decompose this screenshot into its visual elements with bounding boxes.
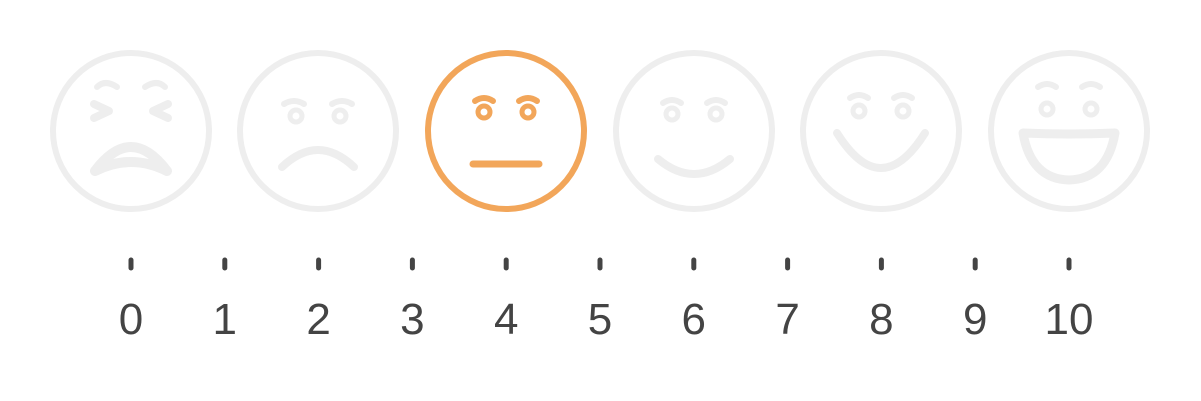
eyebrow-left bbox=[472, 95, 496, 104]
scale-label: 4 bbox=[494, 295, 518, 344]
face-row bbox=[50, 50, 1150, 212]
scale-label: 6 bbox=[682, 295, 706, 344]
squint-eye-right bbox=[149, 100, 172, 122]
open-smile-mouth bbox=[1018, 128, 1120, 185]
face-features bbox=[1018, 81, 1120, 185]
eyebrow-left bbox=[94, 80, 120, 90]
label-row: 0 1 2 3 4 5 6 7 8 9 10 bbox=[119, 295, 1094, 344]
eye-left bbox=[850, 102, 868, 120]
eyebrow-left bbox=[281, 98, 307, 107]
slight-smile-face-icon[interactable] bbox=[613, 50, 775, 212]
eyebrow-right bbox=[1079, 81, 1103, 90]
eyebrow-left bbox=[847, 92, 871, 101]
neutral-face-icon[interactable] bbox=[425, 50, 587, 212]
eyebrow-right bbox=[891, 92, 915, 101]
scale-label: 5 bbox=[588, 295, 612, 344]
scale-label: 2 bbox=[306, 295, 330, 344]
face-outline bbox=[425, 50, 587, 212]
face-outline bbox=[800, 50, 962, 212]
wide-smile-mouth bbox=[833, 129, 929, 172]
tick-row bbox=[128, 257, 1072, 271]
scale-label: 7 bbox=[775, 295, 799, 344]
face-features bbox=[278, 98, 358, 171]
scale-label: 8 bbox=[869, 295, 893, 344]
face-outline bbox=[613, 50, 775, 212]
scale-label: 10 bbox=[1045, 295, 1094, 344]
squint-eye-left bbox=[90, 100, 113, 122]
smile-face-icon[interactable] bbox=[800, 50, 962, 212]
face-outline bbox=[50, 50, 212, 212]
face-outline bbox=[237, 50, 399, 212]
scale-label: 9 bbox=[963, 295, 987, 344]
eye-left bbox=[287, 107, 305, 125]
sad-face-icon[interactable] bbox=[237, 50, 399, 212]
eyebrow-right bbox=[142, 80, 168, 90]
scale-label: 3 bbox=[400, 295, 424, 344]
eye-left bbox=[663, 105, 681, 123]
face-features bbox=[90, 80, 172, 176]
eye-right bbox=[331, 107, 349, 125]
eyebrow-right bbox=[516, 95, 540, 104]
scale-label: 1 bbox=[213, 295, 237, 344]
scale-label: 0 bbox=[119, 295, 143, 344]
big-smile-face-icon[interactable] bbox=[988, 50, 1150, 212]
frown-mouth bbox=[278, 146, 358, 171]
eye-right bbox=[707, 105, 725, 123]
face-features bbox=[833, 92, 929, 172]
eye-left bbox=[475, 103, 493, 121]
eye-right bbox=[519, 103, 537, 121]
eye-right bbox=[1082, 100, 1100, 118]
face-features bbox=[654, 97, 734, 178]
eyebrow-right bbox=[704, 97, 728, 106]
eyebrow-right bbox=[329, 98, 355, 107]
eyebrow-left bbox=[660, 97, 684, 106]
eye-left bbox=[1038, 100, 1056, 118]
eyebrow-left bbox=[1035, 81, 1059, 90]
pain-rating-scale: 0 1 2 3 4 5 6 7 8 9 10 bbox=[50, 50, 1150, 344]
crying-face-icon[interactable] bbox=[50, 50, 212, 212]
smile-mouth bbox=[654, 155, 734, 178]
face-features bbox=[469, 95, 543, 168]
eye-right bbox=[894, 102, 912, 120]
crying-mouth bbox=[90, 142, 172, 176]
